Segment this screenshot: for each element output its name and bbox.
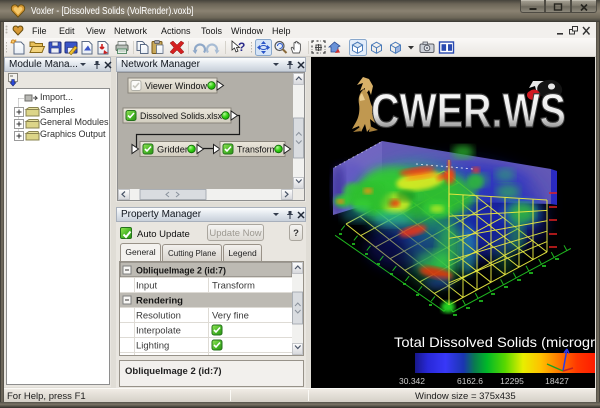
svg-text:Resolution: Resolution [136,311,181,322]
svg-text:18427: 18427 [545,376,569,386]
svg-text:Lighting: Lighting [136,341,169,352]
svg-text:Rendering: Rendering [136,296,183,307]
svg-text:Transform: Transform [212,281,255,292]
svg-text:30.342: 30.342 [399,376,425,386]
svg-text:6162.6: 6162.6 [457,376,483,386]
svg-text:ObliqueImage 2 (id:7): ObliqueImage 2 (id:7) [136,266,226,277]
svg-text:Very fine: Very fine [212,311,249,322]
svg-text:Interpolate: Interpolate [136,326,181,337]
svg-text:Gridder: Gridder [157,145,188,156]
svg-text:CWER.WS: CWER.WS [371,85,566,138]
svg-text:?: ? [238,40,245,54]
svg-text:Viewer Window: Viewer Window [145,81,207,92]
svg-text:Input: Input [136,281,157,292]
svg-text:12295: 12295 [500,376,524,386]
svg-text:Dissolved Solids.xlsx: Dissolved Solids.xlsx [140,111,222,122]
svg-text:Transform: Transform [237,145,277,156]
svg-text:Total Dissolved Solids (microg: Total Dissolved Solids (microgr [394,334,595,350]
